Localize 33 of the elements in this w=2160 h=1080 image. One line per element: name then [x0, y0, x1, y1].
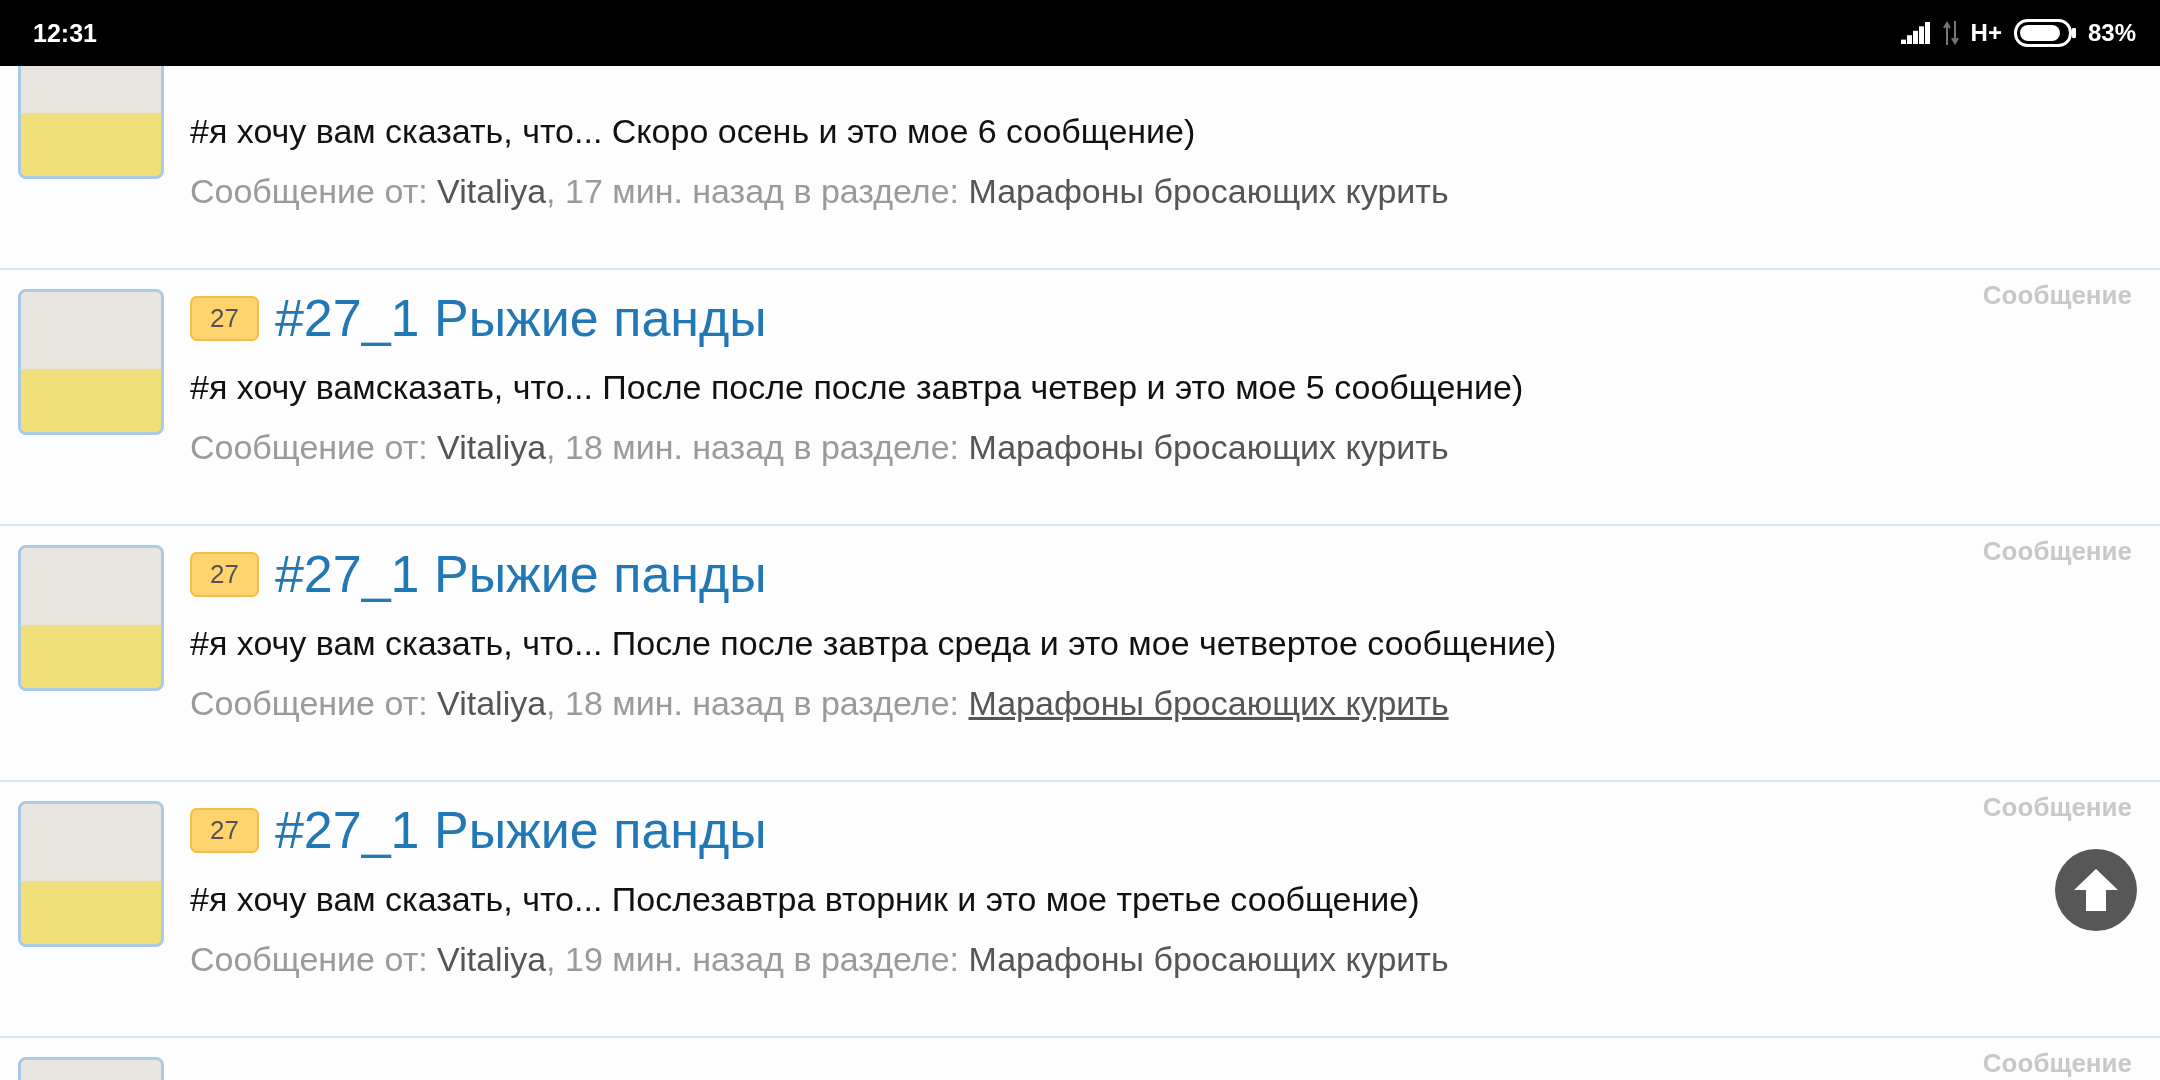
section-link[interactable]: Марафоны бросающих курить [968, 428, 1449, 466]
post-message: #я хочу вам сказать, что... После после завтра среда и это мое четвертое сообщение) [190, 623, 1557, 664]
post-meta: Сообщение от: Vitaliya, 18 мин. назад в разделе: Марафоны бросающих курить [190, 427, 1450, 468]
post-message: #я хочу вамсказать, что... После после после завтра четвер и это мое 5 сообщение) [190, 367, 1524, 408]
avatar-photo-placeholder[interactable] [18, 66, 164, 179]
author-link[interactable]: Vitaliya [437, 172, 547, 210]
battery-icon [2013, 19, 2076, 47]
author-link[interactable]: Vitaliya [437, 428, 547, 466]
count-badge: 27 [190, 551, 259, 597]
signal-icon [1900, 22, 1931, 44]
avatar-photo-placeholder[interactable] [18, 801, 164, 947]
post-message: #я хочу вам сказать, что... Скоро осень и это мое 6 сообщение) [190, 111, 1197, 152]
post-meta: Сообщение от: Vitaliya, 17 мин. назад в разделе: Марафоны бросающих курить [190, 171, 1449, 212]
battery-percent: 83% [2087, 19, 2136, 47]
section-link[interactable]: Марафоны бросающих курить [968, 684, 1449, 722]
author-link[interactable]: Vitaliya [437, 684, 547, 722]
count-badge: 27 [190, 807, 259, 853]
clock-time: 12:31 [33, 18, 97, 48]
topic-title-link[interactable]: #27_1 Рыжие панды [274, 544, 767, 604]
post-message: #я хочу вам сказать, что... Послезавтра вторник и это мое третье сообщение) [190, 879, 1421, 920]
section-link[interactable]: Марафоны бросающих курить [968, 940, 1449, 978]
data-arrows-icon [1942, 21, 1959, 45]
avatar-photo-placeholder[interactable] [18, 289, 164, 435]
post-meta: Сообщение от: Vitaliya, 19 мин. назад в разделе: Марафоны бросающих курить [190, 939, 1449, 980]
section-link[interactable]: Марафоны бросающих курить [968, 172, 1449, 210]
topic-title-link[interactable]: #27_1 Рыжие панды [274, 800, 767, 860]
avatar-photo-placeholder[interactable] [18, 545, 164, 691]
topic-title-link[interactable]: #27_1 Рыжие панды [274, 288, 767, 348]
network-type: H+ [1970, 19, 2002, 47]
author-link[interactable]: Vitaliya [437, 940, 547, 978]
up-arrow-icon [2073, 868, 2119, 912]
post-meta: Сообщение от: Vitaliya, 18 мин. назад в разделе: Марафоны бросающих курить [190, 683, 1450, 724]
count-badge: 27 [190, 295, 259, 341]
